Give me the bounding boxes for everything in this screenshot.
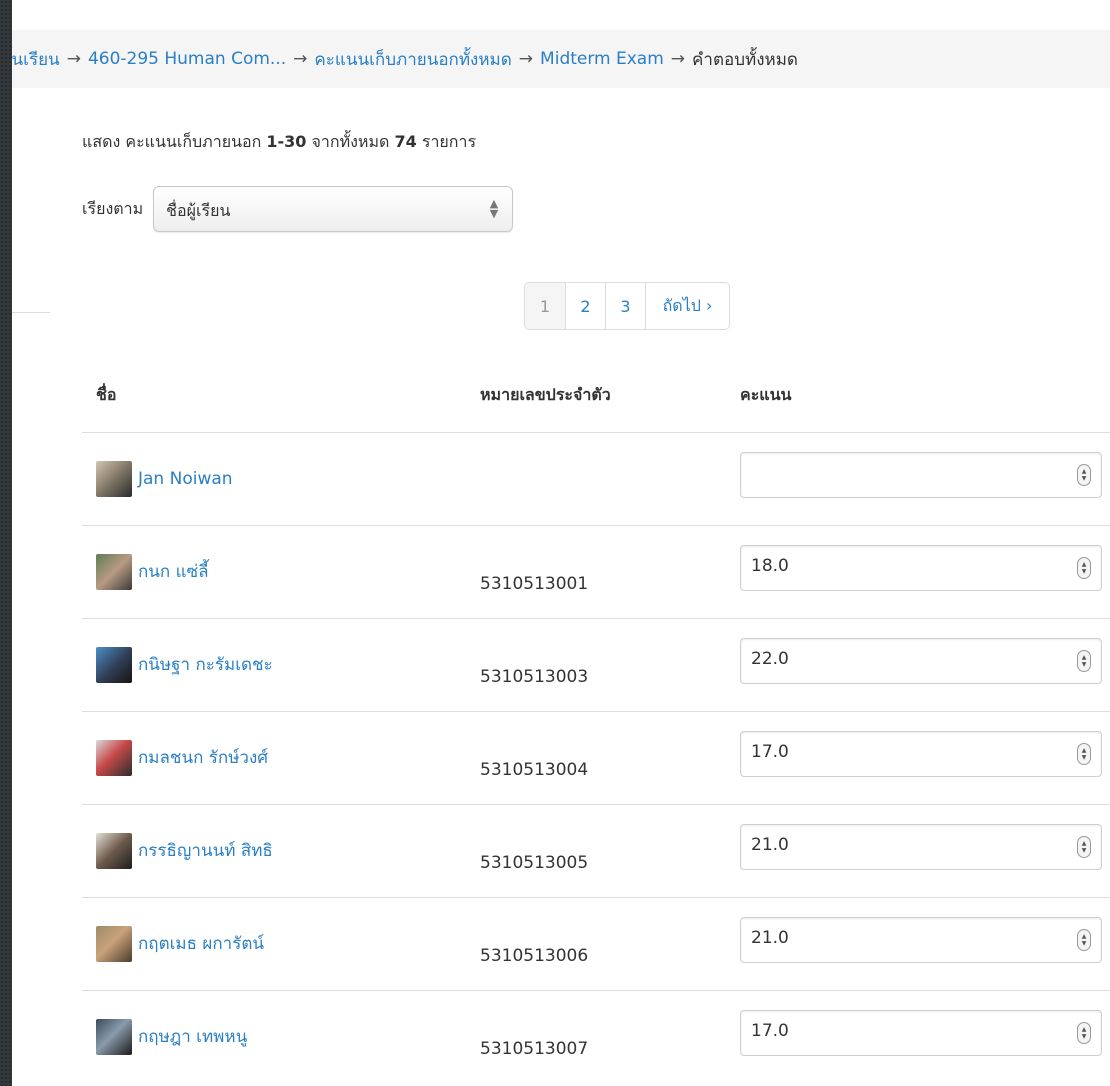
stepper-icon[interactable]: ▲ ▼ [1077,556,1091,579]
summary-range: 1-30 [266,132,307,151]
breadcrumb-separator: → [518,49,534,69]
avatar [96,925,132,962]
student-id: 5310513003 [480,666,589,687]
score-value: 21.0 [751,834,789,855]
breadcrumb-separator: → [293,49,308,69]
breadcrumb-current-all-answers: คำตอบทั้งหมด [692,49,798,70]
score-input[interactable]: 21.0 ▲ ▼ [740,823,1102,870]
stepper-icon[interactable]: ▲ ▼ [1077,928,1091,951]
table-header-row: ชื่อ หมายเลขประจำตัว คะแนน [82,360,1110,432]
table-row: กนก แซ่ลี้ 5310513001 18.0 ▲ ▼ [82,524,1110,618]
divider [12,312,50,313]
breadcrumb-separator: → [670,49,686,69]
results-summary: แสดง คะแนนเก็บภายนอก 1-30 จากทั้งหมด 74 … [82,130,476,155]
sort-selected-value: ชื่อผู้เรียน [166,201,231,220]
table-row: กมลชนก รักษ์วงศ์ 5310513004 17.0 ▲ ▼ [82,710,1110,804]
student-id: 5310513007 [480,1038,589,1059]
page-1-button[interactable]: 1 [525,283,565,329]
student-id: 5310513006 [480,945,589,966]
avatar [96,832,132,869]
grades-table: ชื่อ หมายเลขประจำตัว คะแนน Jan Noiwan ▲ ▼… [82,360,1110,1083]
student-name-link[interactable]: กฤตเมธ ผการัตน์ [138,930,264,957]
score-input[interactable]: 18.0 ▲ ▼ [740,544,1102,591]
table-row: กรรธิญานนท์ สิทธิ 5310513005 21.0 ▲ ▼ [82,803,1110,897]
pagination: 1 2 3 ถัดไป › [524,282,730,330]
breadcrumb: ชั้นเรียน → 460-295 Human Com... → คะแนน… [12,30,1110,88]
stepper-icon[interactable]: ▲ ▼ [1077,742,1091,765]
score-value: 17.0 [751,741,789,762]
score-input[interactable]: 21.0 ▲ ▼ [740,916,1102,963]
avatar [96,1018,132,1055]
table-row: กฤตเมธ ผการัตน์ 5310513006 21.0 ▲ ▼ [82,896,1110,990]
summary-middle: จากทั้งหมด [306,132,395,151]
breadcrumb-course[interactable]: 460-295 Human Com... [88,49,286,69]
stepper-icon[interactable]: ▲ ▼ [1077,649,1091,672]
score-value: 18.0 [751,555,789,576]
student-id: 5310513004 [480,759,589,780]
breadcrumb-external-scores[interactable]: คะแนนเก็บภายนอกทั้งหมด [314,46,511,73]
stepper-icon[interactable]: ▲ ▼ [1077,463,1091,486]
score-input[interactable]: 17.0 ▲ ▼ [740,730,1102,777]
score-input[interactable]: 22.0 ▲ ▼ [740,637,1102,684]
score-value: 22.0 [751,648,789,669]
breadcrumb-separator: → [66,49,81,69]
student-name-link[interactable]: กฤษฎา เทพหนู [138,1023,247,1050]
content-panel: ชั้นเรียน → 460-295 Human Com... → คะแนน… [12,0,1110,1086]
page-2-button[interactable]: 2 [565,283,605,329]
avatar [96,460,132,497]
score-input[interactable]: ▲ ▼ [740,451,1102,498]
column-header-student-id: หมายเลขประจำตัว [480,385,611,405]
student-name-link[interactable]: กนิษฐา กะรัมเดชะ [138,651,273,678]
student-id: 5310513001 [480,573,589,594]
breadcrumb-midterm-exam[interactable]: Midterm Exam [540,49,664,69]
table-row: กนิษฐา กะรัมเดชะ 5310513003 22.0 ▲ ▼ [82,617,1110,711]
page-3-button[interactable]: 3 [605,283,645,329]
summary-suffix: รายการ [416,132,477,151]
table-row: Jan Noiwan ▲ ▼ [82,431,1110,525]
student-name-link[interactable]: กรรธิญานนท์ สิทธิ [138,837,273,864]
student-id: 5310513005 [480,852,589,873]
select-arrows-icon: ▲ ▼ [489,197,499,220]
avatar [96,553,132,590]
score-value: 17.0 [751,1020,789,1041]
table-row: กฤษฎา เทพหนู 5310513007 17.0 ▲ ▼ [82,989,1110,1083]
breadcrumb-classes[interactable]: ชั้นเรียน [12,46,60,73]
sort-select[interactable]: ชื่อผู้เรียน ▲ ▼ [153,186,514,232]
student-name-link[interactable]: Jan Noiwan [138,469,233,489]
column-header-score: คะแนน [740,385,792,405]
column-header-name: ชื่อ [96,385,117,405]
summary-total: 74 [394,132,417,151]
student-name-link[interactable]: กมลชนก รักษ์วงศ์ [138,744,268,771]
score-input[interactable]: 17.0 ▲ ▼ [740,1009,1102,1056]
sort-label: เรียงตาม [82,198,144,218]
student-name-link[interactable]: กนก แซ่ลี้ [138,558,209,585]
score-value: 21.0 [751,927,789,948]
next-page-button[interactable]: ถัดไป › [645,283,729,329]
sort-control: เรียงตาม ชื่อผู้เรียน ▲ ▼ [82,186,514,232]
stepper-icon[interactable]: ▲ ▼ [1077,1021,1091,1044]
avatar [96,739,132,776]
stepper-icon[interactable]: ▲ ▼ [1077,835,1091,858]
summary-prefix: แสดง คะแนนเก็บภายนอก [82,132,267,151]
avatar [96,646,132,683]
